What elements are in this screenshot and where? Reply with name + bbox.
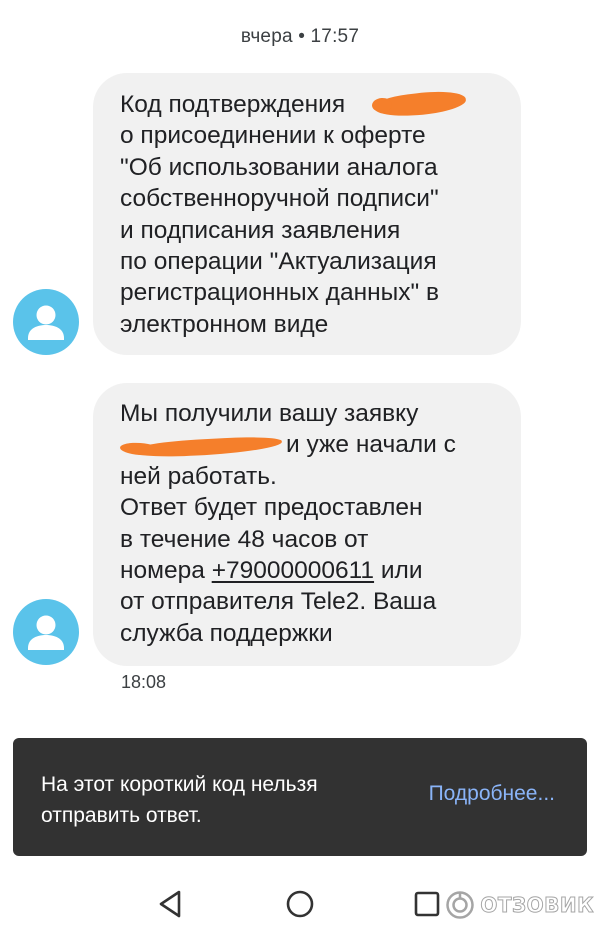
message-line: Код подтверждения bbox=[120, 87, 501, 121]
person-icon bbox=[28, 615, 64, 650]
message-bubble[interactable]: Код подтверждения о присоединении к офер… bbox=[93, 73, 521, 355]
message-line: по операции "Актуализация bbox=[120, 248, 437, 276]
message-line: "Об использовании аналога bbox=[120, 153, 438, 181]
snackbar-line: На этот короткий код нельзя bbox=[41, 773, 318, 796]
triangle-back-icon bbox=[159, 890, 181, 918]
watermark-text: ОТЗОВИК bbox=[480, 893, 594, 918]
message-bubble[interactable]: Мы получили вашу заявку и уже начали с н… bbox=[93, 383, 521, 666]
conversation-timestamp: вчера • 17:57 bbox=[240, 26, 360, 47]
sender-avatar[interactable] bbox=[13, 289, 79, 355]
message-line: и уже начали с bbox=[119, 429, 501, 460]
message-text: Код подтверждения bbox=[120, 91, 346, 118]
home-button[interactable] bbox=[280, 884, 320, 924]
message-text: и уже начали с bbox=[286, 431, 456, 459]
circle-home-icon bbox=[286, 890, 314, 918]
message-line: от отправителя Tele2. Ваша bbox=[120, 588, 437, 616]
square-recent-icon bbox=[414, 891, 440, 917]
message-line: электронном виде bbox=[120, 310, 329, 338]
message-time: 18:08 bbox=[121, 672, 167, 692]
learn-more-button[interactable]: Подробнее... bbox=[429, 782, 555, 806]
message-line: Мы получили вашу заявку bbox=[120, 400, 419, 427]
message-line: в течение 48 часов от bbox=[120, 525, 369, 553]
phone-number-link[interactable]: +79000000611 bbox=[212, 557, 374, 584]
message-text: номера bbox=[120, 557, 212, 585]
otzovik-watermark: ОТЗОВИК bbox=[445, 890, 594, 920]
message-text: или bbox=[374, 557, 423, 585]
message-line: и подписания заявления bbox=[120, 216, 401, 244]
message-line: о присоединении к оферте bbox=[120, 122, 426, 150]
message-line: Ответ будет предоставлен bbox=[120, 494, 423, 522]
reply-unavailable-snackbar: На этот короткий код нельзя отправить от… bbox=[13, 738, 587, 856]
recent-apps-button[interactable] bbox=[407, 884, 447, 924]
snackbar-message: На этот короткий код нельзя отправить от… bbox=[41, 769, 401, 831]
snackbar-line: отправить ответ. bbox=[41, 804, 202, 827]
message-line: ней работать. bbox=[120, 462, 277, 490]
message-line: номера +79000000611 или bbox=[120, 555, 501, 586]
message-line: регистрационных данных" в bbox=[120, 279, 440, 307]
sender-avatar[interactable] bbox=[13, 599, 79, 665]
back-button[interactable] bbox=[151, 884, 191, 924]
otzovik-logo-icon bbox=[446, 891, 475, 919]
person-icon bbox=[28, 305, 64, 340]
message-line: собственноручной подписи" bbox=[120, 185, 439, 213]
message-line: служба поддержки bbox=[120, 619, 333, 647]
